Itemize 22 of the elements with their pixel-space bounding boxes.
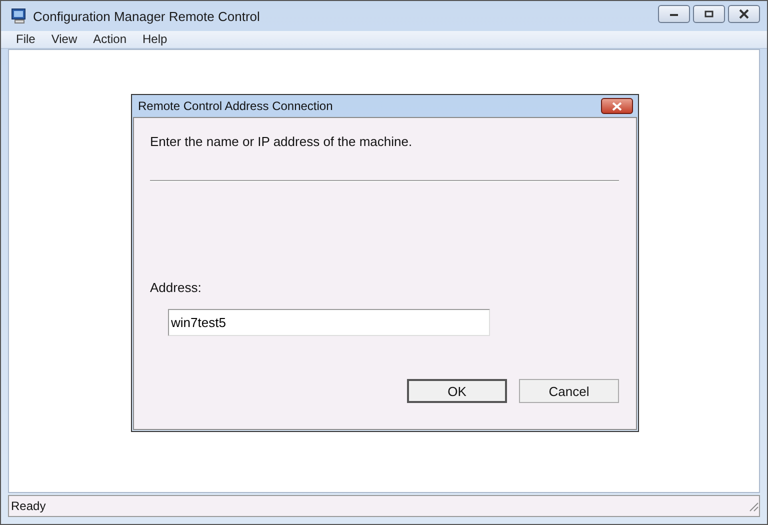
- ok-button[interactable]: OK: [407, 379, 507, 403]
- minimize-button[interactable]: [658, 5, 690, 23]
- instruction-text: Enter the name or IP address of the machine.: [150, 134, 414, 149]
- dialog-title: Remote Control Address Connection: [138, 99, 333, 113]
- maximize-button[interactable]: [693, 5, 725, 23]
- menu-item[interactable]: Action: [85, 31, 134, 48]
- cancel-button[interactable]: Cancel: [519, 379, 619, 403]
- window-title: Configuration Manager Remote Control: [33, 8, 260, 24]
- address-field[interactable]: win7test5: [168, 309, 490, 336]
- minimize-icon: [669, 11, 679, 17]
- maximize-icon: [704, 10, 714, 18]
- close-button[interactable]: [728, 5, 760, 23]
- resize-grip-icon: [747, 500, 759, 512]
- close-icon: [738, 9, 750, 19]
- menu-item[interactable]: Help: [134, 31, 176, 48]
- menu-item[interactable]: View: [43, 31, 86, 48]
- computer-icon: [11, 8, 27, 24]
- close-icon: [611, 102, 623, 110]
- address-label: Address:: [150, 280, 202, 295]
- close-button[interactable]: [601, 98, 633, 114]
- menu-item[interactable]: File: [8, 31, 44, 48]
- status-text: Ready: [11, 499, 46, 513]
